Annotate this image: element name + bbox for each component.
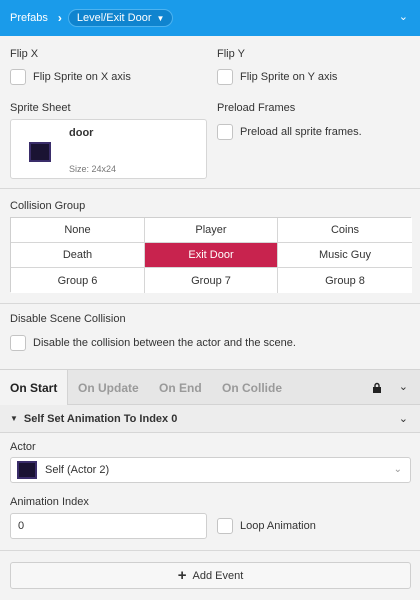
section-divider bbox=[0, 550, 420, 551]
top-bar: Prefabs › Level/Exit Door ▼ ⌄ bbox=[0, 0, 420, 36]
collision-option[interactable]: Group 6 bbox=[11, 268, 145, 293]
collision-option[interactable]: Group 7 bbox=[145, 268, 278, 293]
disable-collision-checkbox-row[interactable]: Disable the collision between the actor … bbox=[10, 335, 296, 351]
animation-index-input[interactable]: 0 bbox=[10, 513, 207, 539]
collision-group-grid: None Player Coins Death Exit Door Music … bbox=[10, 217, 412, 293]
prefab-selector[interactable]: Level/Exit Door ▼ bbox=[67, 9, 174, 27]
actor-thumbnail bbox=[17, 461, 37, 479]
event-tabs: On Start On Update On End On Collide ⌄ bbox=[0, 369, 420, 405]
flip-x-checkbox-label: Flip Sprite on X axis bbox=[33, 71, 131, 83]
section-divider bbox=[0, 188, 420, 189]
preload-checkbox-row[interactable]: Preload all sprite frames. bbox=[217, 124, 362, 140]
flip-y-checkbox[interactable] bbox=[217, 69, 233, 85]
preload-checkbox[interactable] bbox=[217, 124, 233, 140]
loop-animation-checkbox-row[interactable]: Loop Animation bbox=[217, 518, 316, 534]
collision-option[interactable]: Music Guy bbox=[278, 243, 412, 268]
animation-index-label: Animation Index bbox=[10, 496, 89, 508]
collision-option-selected[interactable]: Exit Door bbox=[145, 243, 278, 268]
collision-option[interactable]: Coins bbox=[278, 218, 412, 243]
sprite-sheet-picker[interactable]: door Size: 24x24 bbox=[10, 119, 207, 179]
add-event-button[interactable]: + Add Event bbox=[10, 562, 411, 589]
preload-frames-label: Preload Frames bbox=[217, 102, 296, 114]
tab-on-collide[interactable]: On Collide bbox=[222, 370, 282, 405]
sprite-sheet-label: Sprite Sheet bbox=[10, 102, 71, 114]
sprite-name: door bbox=[69, 127, 94, 139]
collision-option[interactable]: Player bbox=[145, 218, 278, 243]
flip-y-checkbox-label: Flip Sprite on Y axis bbox=[240, 71, 338, 83]
actor-select[interactable]: Self (Actor 2) ⌄ bbox=[10, 457, 411, 483]
disable-collision-label: Disable Scene Collision bbox=[10, 313, 126, 325]
add-event-label: Add Event bbox=[192, 569, 244, 582]
collapse-triangle-icon[interactable]: ▼ bbox=[10, 414, 18, 423]
flip-y-label: Flip Y bbox=[217, 48, 245, 60]
flip-x-checkbox[interactable] bbox=[10, 69, 26, 85]
tab-on-start[interactable]: On Start bbox=[0, 370, 69, 405]
collision-option[interactable]: Group 8 bbox=[278, 268, 412, 293]
actor-select-value: Self (Actor 2) bbox=[45, 464, 110, 476]
event-title: Self Set Animation To Index 0 bbox=[23, 412, 178, 425]
section-divider bbox=[0, 303, 420, 304]
disable-collision-checkbox[interactable] bbox=[10, 335, 26, 351]
flip-y-checkbox-row[interactable]: Flip Sprite on Y axis bbox=[217, 69, 337, 85]
preload-checkbox-label: Preload all sprite frames. bbox=[240, 126, 362, 138]
tab-on-update[interactable]: On Update bbox=[78, 370, 139, 405]
chevron-down-icon: ⌄ bbox=[393, 464, 402, 475]
chevron-down-icon[interactable]: ⌄ bbox=[399, 412, 408, 425]
chevron-down-icon[interactable]: ⌄ bbox=[399, 10, 408, 23]
disable-collision-checkbox-label: Disable the collision between the actor … bbox=[33, 337, 296, 349]
breadcrumb-prefabs[interactable]: Prefabs bbox=[10, 12, 48, 24]
event-header[interactable]: ▼ Self Set Animation To Index 0 ⌄ bbox=[0, 405, 420, 433]
actor-label: Actor bbox=[10, 441, 36, 453]
chevron-right-icon: › bbox=[57, 11, 62, 25]
collision-option[interactable]: None bbox=[11, 218, 145, 243]
flip-x-checkbox-row[interactable]: Flip Sprite on X axis bbox=[10, 69, 131, 85]
collision-group-label: Collision Group bbox=[10, 200, 86, 212]
tab-on-end[interactable]: On End bbox=[159, 370, 202, 405]
flip-x-label: Flip X bbox=[10, 48, 39, 60]
loop-animation-label: Loop Animation bbox=[240, 520, 316, 532]
chevron-down-icon: ▼ bbox=[156, 13, 165, 23]
lock-icon[interactable] bbox=[372, 382, 382, 393]
collision-option[interactable]: Death bbox=[11, 243, 145, 268]
chevron-down-icon[interactable]: ⌄ bbox=[399, 380, 408, 393]
loop-animation-checkbox[interactable] bbox=[217, 518, 233, 534]
prefab-selector-label: Level/Exit Door bbox=[76, 12, 152, 24]
sprite-size: Size: 24x24 bbox=[69, 164, 117, 174]
sprite-thumbnail bbox=[29, 142, 51, 162]
plus-icon: + bbox=[177, 567, 187, 584]
animation-index-value: 0 bbox=[18, 520, 25, 532]
